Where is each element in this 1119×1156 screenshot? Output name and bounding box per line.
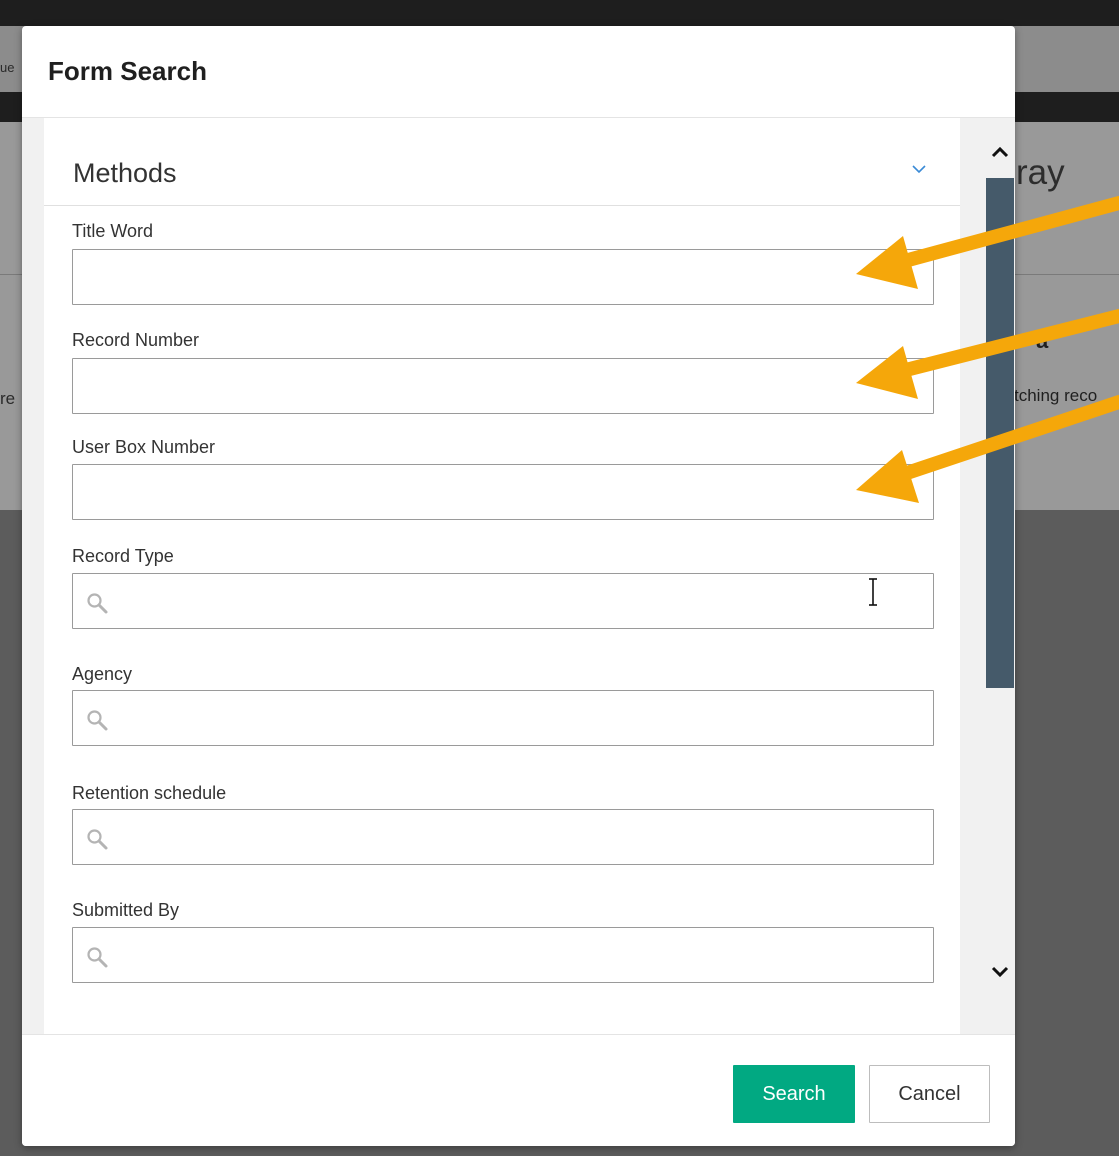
dialog-header: Form Search [22, 26, 1015, 118]
agency-input[interactable] [73, 691, 933, 745]
submitted-by-input[interactable] [73, 928, 933, 982]
search-form: Methods Title Word Record Number User Bo… [44, 118, 960, 1034]
title-word-input[interactable] [73, 250, 933, 304]
background-top-bar [0, 0, 1119, 26]
retention-schedule-label: Retention schedule [72, 783, 227, 803]
section-title: Methods [73, 158, 177, 188]
title-word-field[interactable] [72, 249, 934, 305]
background-heading-fragment: a [1036, 328, 1049, 353]
background-page-title-fragment: ray [1016, 153, 1065, 192]
record-type-field[interactable] [72, 573, 934, 629]
dialog-scroll-region[interactable]: Methods Title Word Record Number User Bo… [22, 118, 1015, 1034]
scrollbar-thumb[interactable] [986, 178, 1014, 688]
title-word-label: Title Word [72, 221, 154, 241]
user-box-number-label: User Box Number [72, 437, 216, 457]
submitted-by-label: Submitted By [72, 900, 180, 920]
text-cursor-icon [869, 578, 877, 606]
record-number-input[interactable] [73, 359, 933, 413]
background-text-fragment: ue [0, 60, 15, 75]
retention-schedule-input[interactable] [73, 810, 933, 864]
dialog-title: Form Search [48, 56, 207, 86]
cancel-button[interactable]: Cancel [869, 1065, 990, 1123]
methods-section-header[interactable]: Methods [44, 118, 960, 206]
scroll-up-arrow-icon[interactable] [989, 142, 1011, 164]
search-button[interactable]: Search [733, 1065, 855, 1123]
agency-field[interactable] [72, 690, 934, 746]
submitted-by-field[interactable] [72, 927, 934, 983]
record-number-field[interactable] [72, 358, 934, 414]
background-text-fragment: re [0, 389, 16, 408]
dialog-footer: Search Cancel [22, 1034, 1015, 1146]
vertical-scrollbar[interactable] [985, 118, 1015, 1034]
retention-schedule-field[interactable] [72, 809, 934, 865]
agency-label: Agency [72, 664, 133, 684]
scroll-down-arrow-icon[interactable] [989, 960, 1011, 982]
record-number-label: Record Number [72, 330, 200, 350]
chevron-down-icon[interactable] [912, 162, 926, 176]
user-box-number-field[interactable] [72, 464, 934, 520]
background-body-fragment: tching reco [1014, 386, 1098, 405]
record-type-label: Record Type [72, 546, 174, 566]
user-box-number-input[interactable] [73, 465, 933, 519]
record-type-input[interactable] [73, 574, 933, 628]
